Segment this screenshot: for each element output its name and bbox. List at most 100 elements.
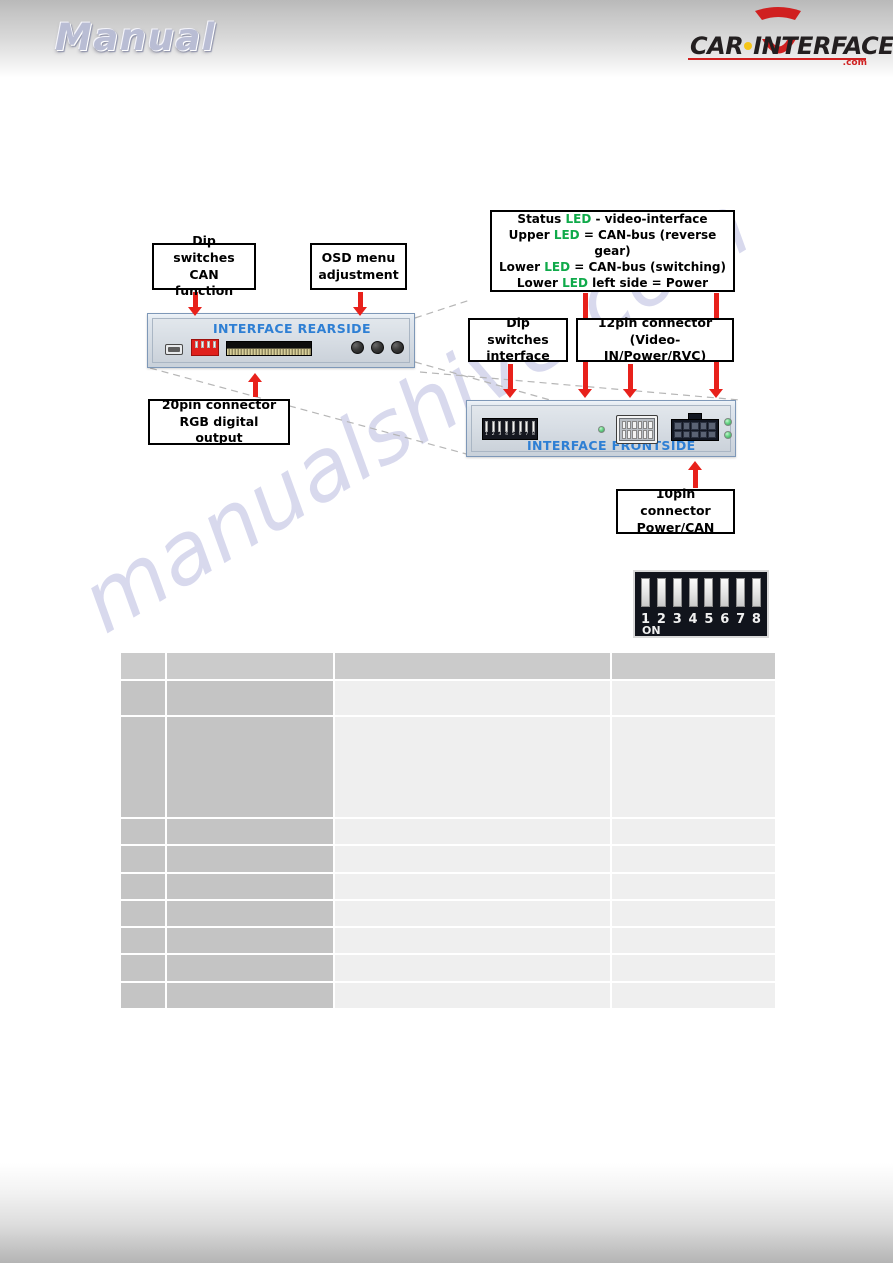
page-header: Manual CAR INTERFACE .com [0, 0, 893, 78]
interface-rearside-device: INTERFACE REARSIDE [147, 313, 415, 368]
logo-dot-icon [744, 41, 753, 50]
connector-12pin [616, 415, 658, 444]
table-row [121, 983, 775, 1008]
table-cell [335, 653, 610, 679]
table-cell [612, 653, 775, 679]
table-cell [121, 717, 165, 817]
table-row [121, 653, 775, 679]
arrow-dip-interface [503, 364, 517, 398]
table-cell [167, 653, 333, 679]
table-cell [121, 983, 165, 1008]
table-cell [335, 928, 610, 953]
table-cell [335, 955, 610, 981]
osd-button-1[interactable] [351, 341, 364, 354]
table-cell [167, 928, 333, 953]
callout-line-2: interface [486, 348, 550, 364]
callout-10pin-connector: 10pin connector Power/CAN [616, 486, 735, 535]
connector-20pin-ribbon [226, 341, 312, 356]
logo-text-car: CAR [690, 32, 744, 60]
led-keyword: LED [544, 260, 571, 275]
led-lower-can-switching-icon [724, 431, 732, 439]
table-cell [612, 874, 775, 899]
interface-frontside-device: INTERFACE FRONTSIDE 12345678 [466, 400, 736, 457]
dip-on-label: ON [642, 624, 661, 637]
osd-button-2[interactable] [371, 341, 384, 354]
logo-underline [688, 58, 866, 60]
table-cell [167, 819, 333, 844]
logo-text: CAR INTERFACE [690, 32, 893, 60]
table-cell [167, 901, 333, 926]
osd-button-3[interactable] [391, 341, 404, 354]
table-cell [167, 681, 333, 715]
table-cell [121, 874, 165, 899]
table-cell [612, 819, 775, 844]
table-cell [612, 681, 775, 715]
dip-switch-can-4pos [191, 339, 219, 356]
mini-usb-port-icon [165, 344, 183, 355]
callout-20pin-connector: 20pin connector RGB digital output [148, 396, 290, 446]
table-cell [335, 983, 610, 1008]
status-led-line-2: Upper LED = CAN-bus (reverse gear) [508, 227, 717, 258]
callout-line-1: Dip switches [173, 232, 235, 265]
callout-line-2: (Video-IN/Power/RVC) [603, 331, 707, 364]
callout-line-1: 20pin connector [161, 396, 277, 412]
dip-num: 6 [720, 611, 730, 627]
dip-num: 7 [736, 611, 746, 627]
dip-num: 8 [751, 611, 761, 627]
status-led-line-1: Status LED - video-interface [517, 211, 708, 226]
callout-line-2: Power/CAN [636, 519, 715, 535]
table-cell [335, 717, 610, 817]
dip-num: 5 [704, 611, 714, 627]
table-cell [335, 681, 610, 715]
table-cell [121, 681, 165, 715]
callout-line-1: 10pin connector [640, 486, 711, 519]
logo-text-interface: INTERFACE [753, 32, 893, 60]
table-cell [335, 846, 610, 872]
table-row [121, 874, 775, 899]
callout-line-2: RGB digital output [179, 413, 259, 446]
status-led-line-3: Lower LED = CAN-bus (switching) [499, 260, 726, 275]
led-keyword: LED [553, 227, 580, 242]
connector-10pin [671, 419, 719, 441]
table-cell [121, 653, 165, 679]
table-cell [121, 955, 165, 981]
specification-table [119, 651, 777, 1010]
callout-line-2: adjustment [318, 266, 399, 282]
brand-logo: CAR INTERFACE .com [683, 6, 893, 72]
table-row [121, 901, 775, 926]
table-cell [167, 955, 333, 981]
table-cell [335, 874, 610, 899]
table-cell [121, 819, 165, 844]
table-cell [335, 819, 610, 844]
dip-on-direction-arrow-icon: ↓ [643, 610, 649, 624]
led-keyword: LED [562, 276, 588, 291]
callout-status-led: Status LED - video-interface Upper LED =… [490, 210, 735, 292]
table-row [121, 846, 775, 872]
table-cell [612, 983, 775, 1008]
callout-osd-menu: OSD menu adjustment [310, 243, 407, 290]
table-cell [121, 846, 165, 872]
table-cell [167, 874, 333, 899]
table-cell [612, 928, 775, 953]
page-footer [0, 1163, 893, 1263]
callout-line-1: 12pin connector [597, 314, 713, 330]
arrow-12pin [623, 364, 637, 398]
table-row [121, 928, 775, 953]
callout-dip-switches-interface: Dip switches interface [468, 315, 568, 364]
table-cell [612, 955, 775, 981]
table-cell [612, 717, 775, 817]
callout-12pin-connector: 12pin connector (Video-IN/Power/RVC) [576, 314, 734, 363]
status-led-indicator-icon [598, 426, 605, 433]
dip-num: 3 [672, 611, 682, 627]
table-row [121, 819, 775, 844]
callout-dip-switches-can: Dip switches CAN function [152, 233, 256, 298]
rearside-label: INTERFACE REARSIDE [213, 321, 371, 336]
dip-switch-levers [641, 578, 761, 608]
dip-switch-interface-8pos: 12345678 [482, 418, 538, 440]
dip-switch-reference-diagram: 1 2 3 4 5 6 7 8 ↓ ON [633, 570, 769, 638]
status-led-line-4: Lower LED left side = Power [516, 276, 709, 291]
arrow-20pin [248, 373, 262, 397]
table-cell [121, 928, 165, 953]
led-upper-can-reverse-icon [724, 418, 732, 426]
table-cell [612, 846, 775, 872]
